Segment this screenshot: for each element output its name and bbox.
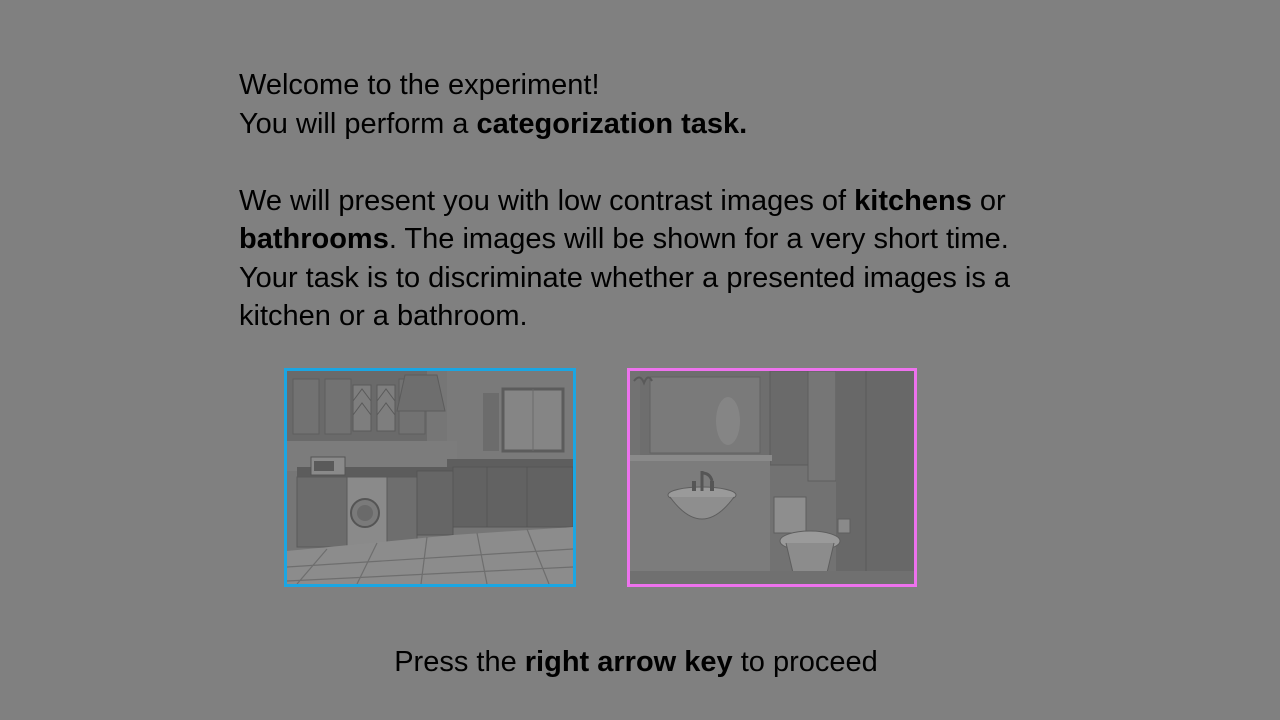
task-description: We will present you with low contrast im…	[239, 182, 1039, 336]
description-text-2: or	[971, 184, 1006, 217]
instruction-screen: Welcome to the experiment! You will perf…	[0, 0, 1280, 720]
proceed-text-2: to proceed	[732, 646, 878, 678]
task-line: You will perform a categorization task.	[239, 105, 1039, 144]
proceed-text-1: Press the	[394, 646, 525, 678]
proceed-instruction: Press the right arrow key to proceed	[0, 643, 1272, 681]
task-name-bold: categorization task.	[476, 107, 748, 140]
instructions-text: Welcome to the experiment! You will perf…	[239, 66, 1039, 336]
kitchen-example-image	[284, 368, 576, 587]
welcome-line: Welcome to the experiment!	[239, 66, 1039, 105]
task-text: You will perform a	[239, 107, 477, 140]
bathroom-example-image	[627, 368, 917, 587]
bathrooms-bold: bathrooms	[239, 223, 389, 255]
right-arrow-key-bold: right arrow key	[524, 646, 733, 678]
kitchens-bold: kitchens	[854, 184, 972, 217]
description-text-1: We will present you with low contrast im…	[239, 184, 855, 217]
welcome-text: Welcome to the experiment!	[239, 69, 600, 101]
